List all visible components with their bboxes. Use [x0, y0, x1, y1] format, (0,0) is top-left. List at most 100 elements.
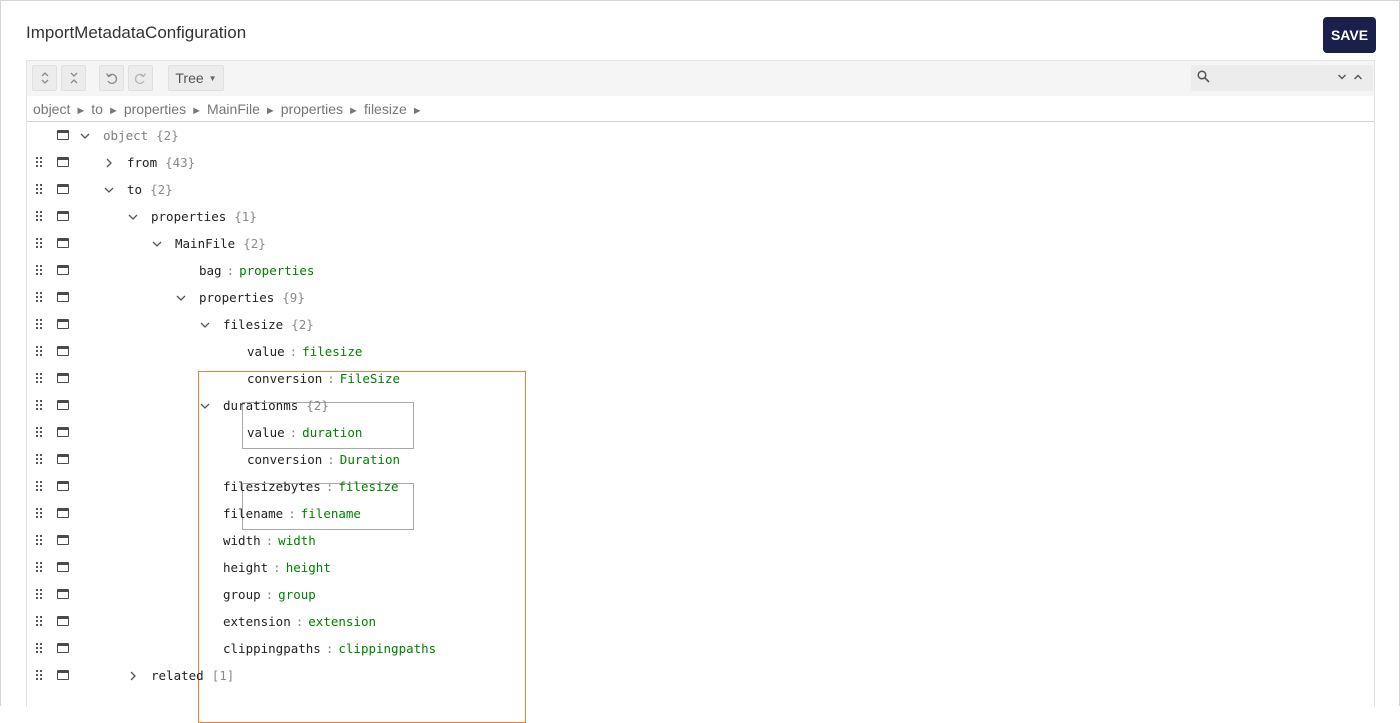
drag-handle-icon[interactable] [35, 426, 43, 438]
chevron-right-icon[interactable] [127, 670, 139, 682]
breadcrumb-item[interactable]: MainFile [207, 101, 260, 117]
collapse-all-button[interactable] [61, 65, 86, 91]
tree-value[interactable]: group [278, 587, 316, 602]
tree-value[interactable]: Duration [340, 452, 400, 467]
expand-all-button[interactable] [32, 65, 57, 91]
tree-key[interactable]: durationms [223, 398, 298, 413]
breadcrumb-item[interactable]: filesize [364, 101, 407, 117]
drag-handle-icon[interactable] [35, 183, 43, 195]
tree-value[interactable]: extension [308, 614, 376, 629]
drag-handle-icon[interactable] [35, 264, 43, 276]
redo-button[interactable] [128, 65, 153, 91]
context-menu-icon[interactable] [57, 670, 69, 680]
context-menu-icon[interactable] [57, 319, 69, 329]
context-menu-icon[interactable] [57, 130, 69, 140]
tree-key[interactable]: filename [223, 506, 283, 521]
drag-handle-icon[interactable] [35, 372, 43, 384]
search-next-icon[interactable] [1337, 72, 1347, 82]
context-menu-icon[interactable] [57, 481, 69, 491]
context-menu-icon[interactable] [57, 589, 69, 599]
tree-key[interactable]: from [127, 155, 157, 170]
tree-key[interactable]: filesize [223, 317, 283, 332]
context-menu-icon[interactable] [57, 562, 69, 572]
tree-key[interactable]: MainFile [175, 236, 235, 251]
tree-key[interactable]: value [247, 425, 285, 440]
drag-handle-icon[interactable] [35, 507, 43, 519]
chevron-down-icon[interactable] [151, 238, 163, 250]
chevron-down-icon[interactable] [103, 184, 115, 196]
tree-value[interactable]: duration [302, 425, 362, 440]
context-menu-icon[interactable] [57, 265, 69, 275]
context-menu-icon[interactable] [57, 508, 69, 518]
drag-handle-icon[interactable] [35, 561, 43, 573]
mode-selector[interactable]: Tree ▼ [168, 65, 224, 91]
drag-handle-icon[interactable] [35, 615, 43, 627]
breadcrumb-item[interactable]: properties [124, 101, 186, 117]
chevron-down-icon[interactable] [79, 130, 91, 142]
drag-handle-icon[interactable] [35, 237, 43, 249]
breadcrumb-item[interactable]: properties [281, 101, 343, 117]
undo-button[interactable] [99, 65, 124, 91]
tree-key[interactable]: group [223, 587, 261, 602]
tree-value[interactable]: clippingpaths [338, 641, 436, 656]
tree-key[interactable]: clippingpaths [223, 641, 321, 656]
save-button[interactable]: SAVE [1323, 17, 1376, 53]
tree-value[interactable]: filesize [302, 344, 362, 359]
drag-handle-icon[interactable] [35, 210, 43, 222]
key-value-separator: : [265, 533, 274, 548]
chevron-down-icon[interactable] [199, 400, 211, 412]
tree-key[interactable]: height [223, 560, 268, 575]
search-input[interactable] [1215, 68, 1333, 88]
context-menu-icon[interactable] [57, 184, 69, 194]
drag-handle-icon[interactable] [35, 318, 43, 330]
tree-value[interactable]: filename [301, 506, 361, 521]
context-menu-icon[interactable] [57, 454, 69, 464]
tree-key[interactable]: extension [223, 614, 291, 629]
drag-handle-icon[interactable] [35, 453, 43, 465]
context-menu-icon[interactable] [57, 211, 69, 221]
search-previous-icon[interactable] [1353, 72, 1363, 82]
tree-key[interactable]: conversion [247, 452, 322, 467]
drag-handle-icon[interactable] [35, 480, 43, 492]
context-menu-icon[interactable] [57, 373, 69, 383]
tree-key[interactable]: conversion [247, 371, 322, 386]
tree-value[interactable]: properties [239, 263, 314, 278]
context-menu-icon[interactable] [57, 427, 69, 437]
tree-key[interactable]: to [127, 182, 142, 197]
context-menu-icon[interactable] [57, 400, 69, 410]
drag-handle-icon[interactable] [35, 345, 43, 357]
chevron-down-icon[interactable] [127, 211, 139, 223]
chevron-down-icon[interactable] [199, 319, 211, 331]
drag-handle-icon[interactable] [35, 291, 43, 303]
tree-key[interactable]: bag [199, 263, 222, 278]
context-menu-icon[interactable] [57, 616, 69, 626]
context-menu-icon[interactable] [57, 346, 69, 356]
tree-key[interactable]: value [247, 344, 285, 359]
context-menu-icon[interactable] [57, 292, 69, 302]
drag-handle-icon[interactable] [35, 588, 43, 600]
tree-key[interactable]: width [223, 533, 261, 548]
tree-key[interactable]: properties [151, 209, 226, 224]
context-menu-icon[interactable] [57, 157, 69, 167]
drag-handle-icon[interactable] [35, 156, 43, 168]
drag-handle-icon[interactable] [35, 534, 43, 546]
tree-key[interactable]: object [103, 128, 148, 143]
tree-key[interactable]: properties [199, 290, 274, 305]
chevron-down-icon[interactable] [175, 292, 187, 304]
breadcrumb-item[interactable]: to [91, 101, 103, 117]
tree-value[interactable]: FileSize [340, 371, 400, 386]
context-menu-icon[interactable] [57, 535, 69, 545]
tree-value[interactable]: height [286, 560, 331, 575]
tree-key[interactable]: related [151, 668, 204, 683]
drag-handle-icon[interactable] [35, 669, 43, 681]
drag-handle-icon[interactable] [35, 642, 43, 654]
tree-value[interactable]: width [278, 533, 316, 548]
tree-count: [1] [211, 668, 235, 683]
breadcrumb-item[interactable]: object [33, 101, 70, 117]
drag-handle-icon[interactable] [35, 399, 43, 411]
context-menu-icon[interactable] [57, 643, 69, 653]
tree-value[interactable]: filesize [338, 479, 398, 494]
context-menu-icon[interactable] [57, 238, 69, 248]
tree-key[interactable]: filesizebytes [223, 479, 321, 494]
chevron-right-icon[interactable] [103, 157, 115, 169]
